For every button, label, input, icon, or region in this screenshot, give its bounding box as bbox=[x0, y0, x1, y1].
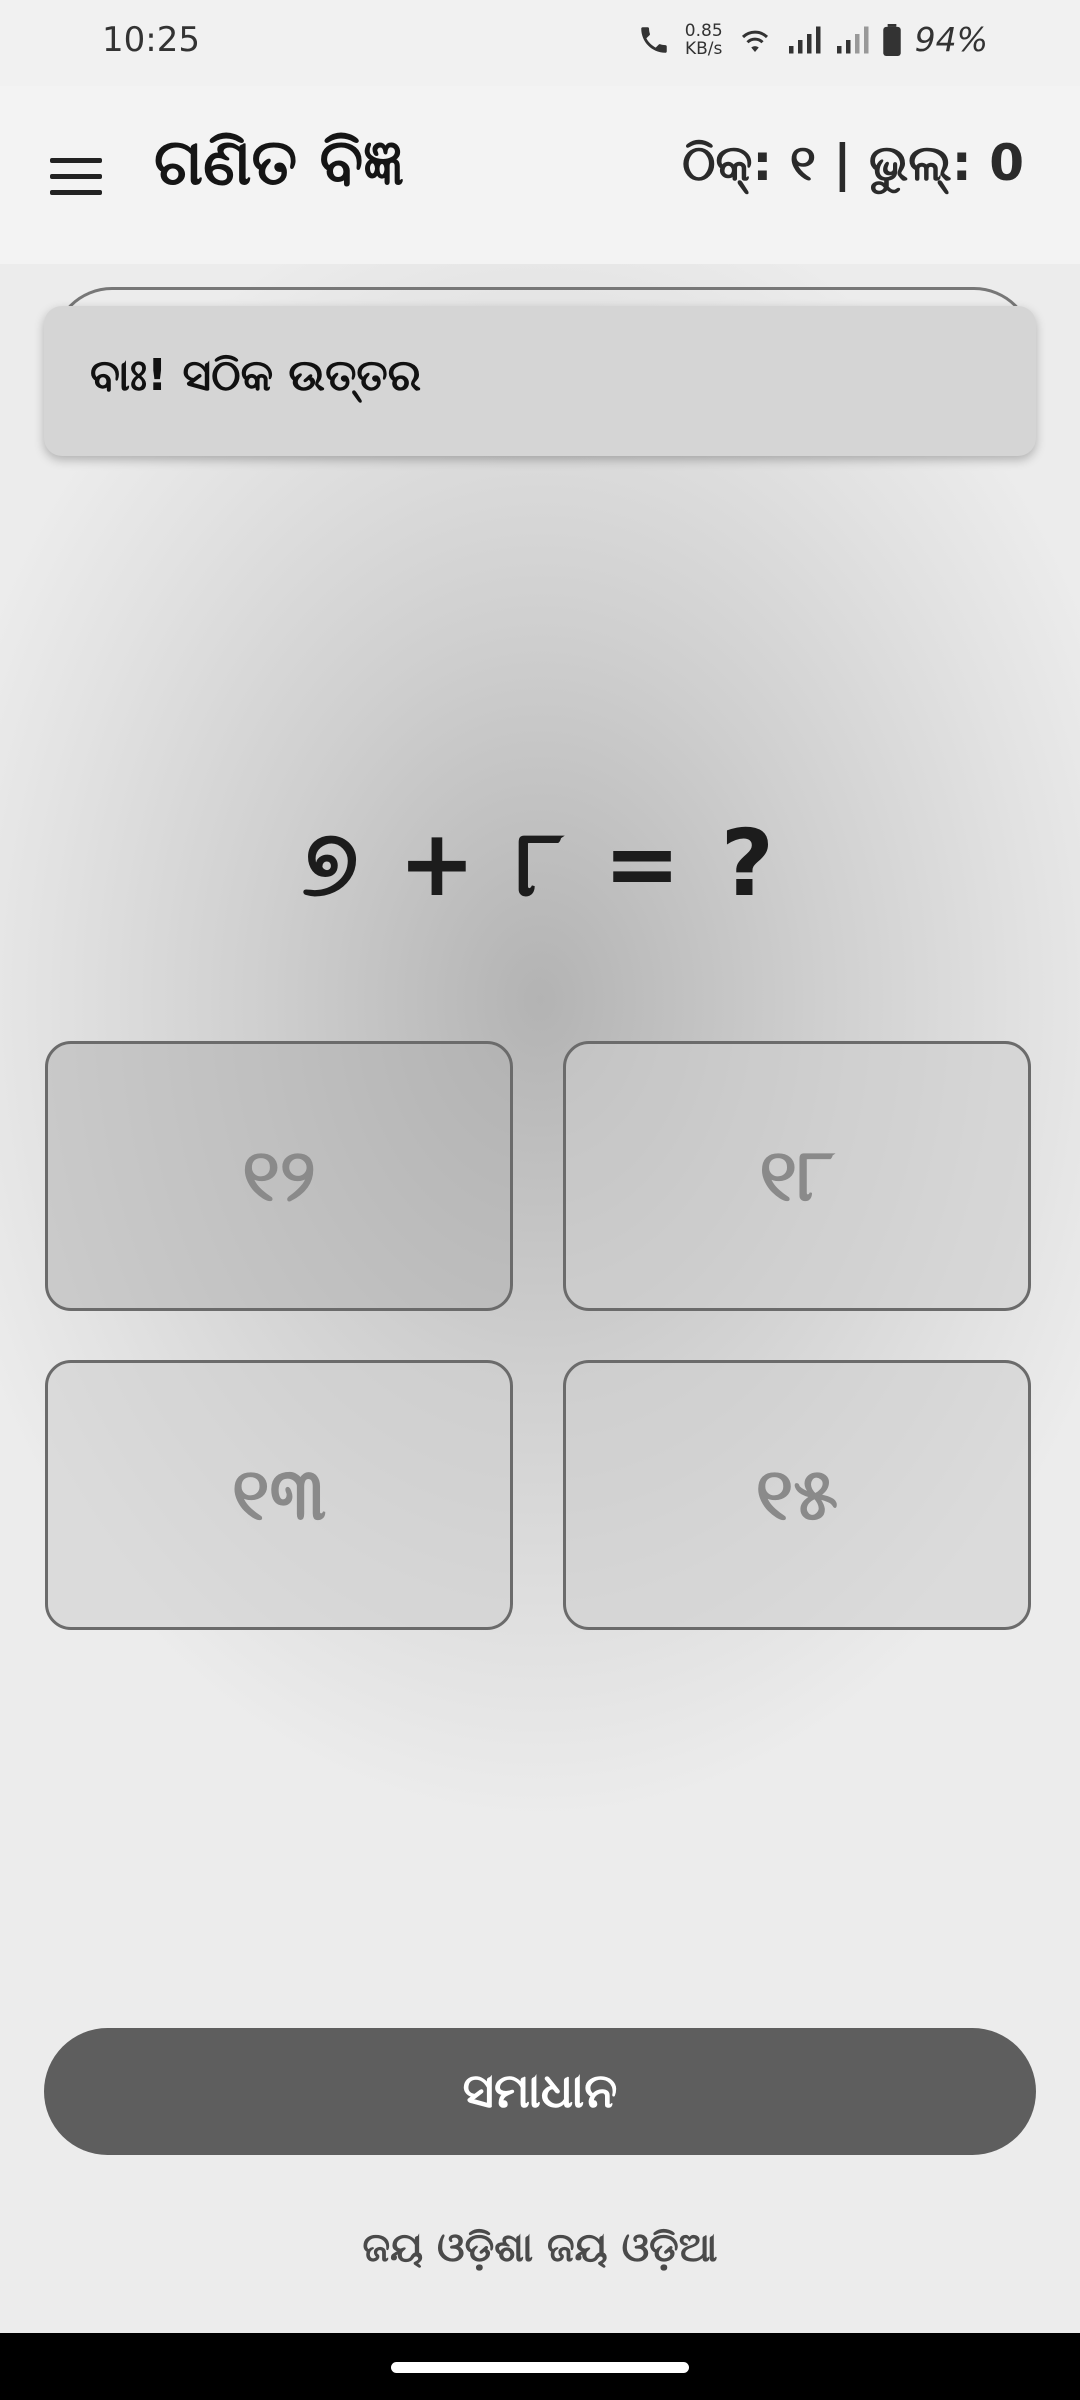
status-icons: 0.85 KB/s 94% bbox=[637, 20, 988, 59]
answer-option-label: ୧୫ bbox=[755, 1452, 839, 1536]
answer-option-label: ୧୮ bbox=[759, 1133, 835, 1217]
status-bar: 10:25 0.85 KB/s 94% bbox=[0, 0, 1080, 86]
signal-icon-2 bbox=[836, 26, 869, 53]
app-bar: ଗଣିତ ବିଜ୍ଞ ଠିକ୍: ୧ | ଭୁଲ୍: 0 bbox=[0, 86, 1080, 264]
battery-percent: 94% bbox=[914, 20, 988, 59]
question-text: ୭ + ୮ = ? bbox=[302, 810, 778, 917]
answer-option-4[interactable]: ୧୫ bbox=[563, 1360, 1031, 1630]
netspeed-value: 0.85 bbox=[684, 20, 723, 41]
wifi-icon bbox=[741, 30, 768, 52]
answer-option-label: ୧୩ bbox=[231, 1452, 327, 1536]
feedback-message: ବାଃ! ସଠିକ ଉତ୍ତର bbox=[90, 350, 422, 401]
signal-icon bbox=[788, 26, 821, 53]
footer-slogan: ଜୟ ଓଡ଼ିଶା ଜୟ ଓଡ଼ିଆ bbox=[362, 2225, 718, 2271]
network-speed: 0.85 KB/s bbox=[685, 22, 723, 58]
answer-option-3[interactable]: ୧୩ bbox=[45, 1360, 513, 1630]
answer-option-label: ୧୨ bbox=[242, 1133, 316, 1217]
answer-option-1[interactable]: ୧୨ bbox=[45, 1041, 513, 1311]
app-title: ଗଣିତ ବିଜ୍ଞ bbox=[154, 126, 405, 200]
netspeed-unit: KB/s bbox=[685, 38, 723, 59]
feedback-snackbar: ବାଃ! ସଠିକ ଉତ୍ତର bbox=[44, 306, 1036, 456]
battery-icon bbox=[882, 23, 901, 56]
solution-button-label: ସମାଧାନ bbox=[462, 2063, 618, 2119]
call-icon bbox=[641, 26, 667, 53]
status-time: 10:25 bbox=[102, 20, 200, 60]
score-display: ଠିକ୍: ୧ | ଭୁଲ୍: 0 bbox=[682, 134, 1024, 192]
answer-option-2[interactable]: ୧୮ bbox=[563, 1041, 1031, 1311]
home-handle[interactable] bbox=[391, 2362, 689, 2373]
menu-icon[interactable] bbox=[50, 158, 102, 198]
solution-button[interactable]: ସମାଧାନ bbox=[44, 2028, 1036, 2155]
